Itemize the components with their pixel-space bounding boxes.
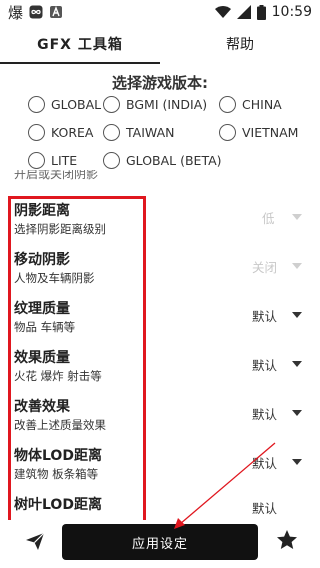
battery-icon: [256, 4, 266, 20]
setting-value[interactable]: 默认: [252, 498, 277, 517]
setting-value[interactable]: 默认: [252, 404, 277, 423]
dropdown-arrow-icon[interactable]: [292, 410, 302, 416]
radio-bgmi-india[interactable]: BGMI (INDIA): [103, 96, 207, 113]
app-notification-char: 爆: [8, 3, 24, 22]
radio-label: TAIWAN: [126, 125, 175, 140]
wifi-icon: [214, 6, 231, 18]
radio-korea[interactable]: KOREA: [28, 124, 94, 141]
radio-global-beta[interactable]: GLOBAL (BETA): [103, 152, 222, 169]
apply-settings-button[interactable]: 应用设定: [62, 524, 258, 560]
partially-hidden-setting-text: 开启或关闭阴影: [14, 170, 99, 180]
tab-gfx-tools[interactable]: GFX 工具箱: [0, 24, 160, 64]
setting-value[interactable]: 默认: [252, 453, 277, 472]
infinity-icon: [29, 5, 43, 19]
signal-icon: [236, 5, 251, 19]
dropdown-arrow-icon[interactable]: [292, 263, 302, 269]
radio-label: GLOBAL: [51, 97, 102, 112]
radio-china[interactable]: CHINA: [219, 96, 282, 113]
radio-label: KOREA: [51, 125, 94, 140]
radio-vietnam[interactable]: VIETNAM: [219, 124, 298, 141]
annotation-highlight-box: [8, 196, 146, 523]
setting-value[interactable]: 默认: [252, 355, 277, 374]
dropdown-arrow-icon[interactable]: [292, 459, 302, 465]
radio-button-icon[interactable]: [103, 124, 120, 141]
bottom-bar: 应用设定: [0, 520, 320, 568]
status-bar-right: 10:59: [214, 2, 312, 22]
radio-button-icon[interactable]: [28, 96, 45, 113]
radio-button-icon[interactable]: [219, 96, 236, 113]
radio-button-icon[interactable]: [103, 96, 120, 113]
dropdown-arrow-icon[interactable]: [292, 312, 302, 318]
radio-label: LITE: [51, 153, 78, 168]
radio-label: CHINA: [242, 97, 282, 112]
notification-a-icon: [50, 6, 63, 18]
dropdown-arrow-icon[interactable]: [292, 214, 302, 220]
star-icon[interactable]: [275, 528, 299, 552]
radio-taiwan[interactable]: TAIWAN: [103, 124, 174, 141]
radio-label: VIETNAM: [242, 125, 299, 140]
setting-value[interactable]: 关闭: [252, 257, 277, 276]
setting-value[interactable]: 默认: [252, 306, 277, 325]
radio-global[interactable]: GLOBAL: [28, 96, 101, 113]
dropdown-arrow-icon[interactable]: [292, 361, 302, 367]
send-icon[interactable]: [24, 530, 46, 552]
status-bar: 爆 10:59: [0, 0, 320, 24]
radio-button-icon[interactable]: [28, 152, 45, 169]
radio-lite[interactable]: LITE: [28, 152, 77, 169]
radio-label: GLOBAL (BETA): [126, 153, 222, 168]
radio-button-icon[interactable]: [103, 152, 120, 169]
version-select-title: 选择游戏版本:: [112, 74, 208, 92]
status-bar-left: 爆: [8, 2, 63, 22]
radio-label: BGMI (INDIA): [126, 97, 208, 112]
radio-button-icon[interactable]: [219, 124, 236, 141]
tab-help[interactable]: 帮助: [160, 24, 320, 64]
setting-value[interactable]: 低: [262, 208, 275, 227]
status-time: 10:59: [271, 4, 312, 20]
tab-bar: GFX 工具箱 帮助: [0, 24, 320, 64]
radio-button-icon[interactable]: [28, 124, 45, 141]
